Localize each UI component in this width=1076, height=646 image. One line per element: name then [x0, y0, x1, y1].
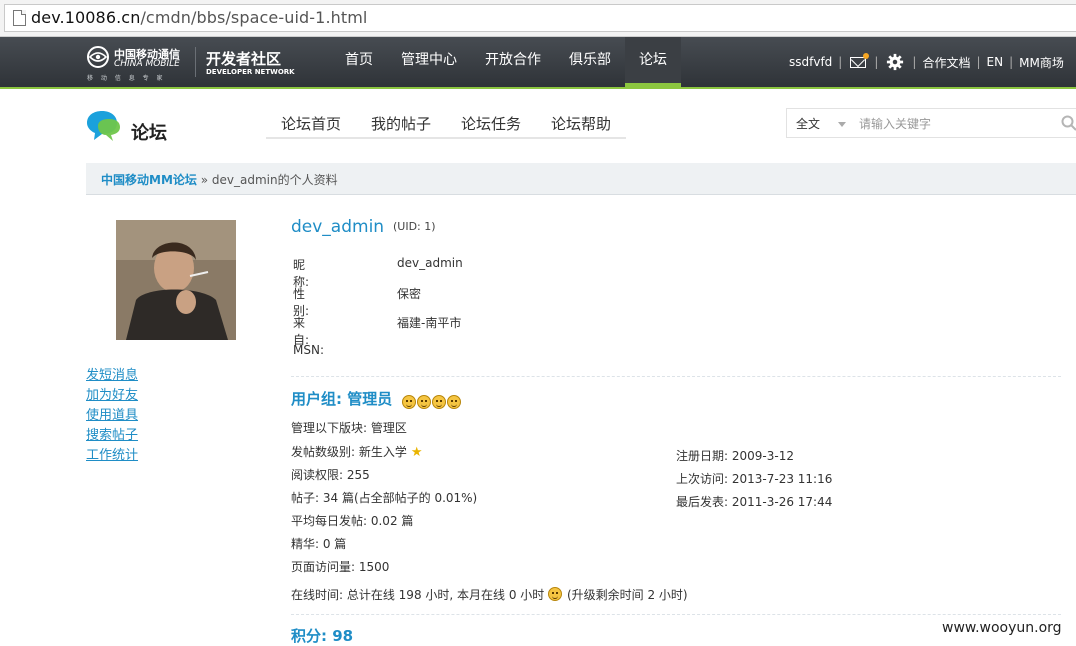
nav-item-admin[interactable]: 管理中心 — [387, 37, 471, 87]
smiley-icon — [402, 395, 416, 409]
mail-icon[interactable] — [850, 57, 866, 68]
nav-item-open[interactable]: 开放合作 — [471, 37, 555, 87]
user-group-title: 用户组: 管理员 — [291, 388, 392, 409]
search-box: 全文 — [786, 108, 1076, 138]
url-field[interactable]: dev.10086.cn/cmdn/bbs/space-uid-1.html — [4, 4, 1076, 32]
register-date: 注册日期: 2009-3-12 — [676, 447, 794, 464]
post-count: 帖子: 34 篇(占全部帖子的 0.01%) — [291, 489, 477, 506]
subnav-forum-help[interactable]: 论坛帮助 — [536, 111, 626, 137]
nav-item-home[interactable]: 首页 — [331, 37, 387, 87]
section-divider — [291, 614, 1061, 615]
username-link[interactable]: ssdfvfd — [789, 55, 832, 69]
subnav-forum-home[interactable]: 论坛首页 — [266, 111, 356, 137]
divider: | — [874, 55, 878, 69]
profile-username: dev_admin — [291, 217, 384, 237]
china-mobile-logo-icon — [86, 45, 110, 69]
score-title: 积分: 98 — [291, 625, 353, 646]
daily-posts: 平均每日发帖: 0.02 篇 — [291, 512, 413, 529]
docs-link[interactable]: 合作文档 — [922, 54, 970, 71]
rank-icons — [402, 392, 462, 411]
managed-boards: 管理以下版块: 管理区 — [291, 419, 407, 436]
profile-uid: (UID: 1) — [393, 220, 436, 233]
divider: | — [976, 55, 980, 69]
chevron-down-icon[interactable] — [838, 122, 846, 127]
user-links: ssdfvfd | | | 合作文档 | EN | MM商场 — [789, 37, 1064, 87]
digest-count: 精华: 0 篇 — [291, 535, 346, 552]
online-time: 在线时间: 总计在线 198 小时, 本月在线 0 小时 (升级剩余时间 2 小… — [291, 586, 688, 603]
top-nav-bar: 中国移动通信 CHINA MOBILE 移 动 信 息 专 家 开发者社区 DE… — [0, 37, 1076, 89]
work-stats-link[interactable]: 工作统计 — [86, 446, 138, 466]
divider: | — [1009, 55, 1013, 69]
browser-address-bar: dev.10086.cn/cmdn/bbs/space-uid-1.html — [0, 0, 1076, 37]
breadcrumb: 中国移动MM论坛 » dev_admin的个人资料 — [101, 171, 338, 188]
search-posts-link[interactable]: 搜索帖子 — [86, 426, 138, 446]
search-icon[interactable] — [1061, 115, 1076, 131]
avatar-image — [116, 220, 236, 340]
search-input[interactable] — [857, 112, 1051, 136]
dev-community-subtitle: DEVELOPER NETWORK — [206, 68, 295, 76]
star-icon: ★ — [411, 445, 423, 460]
use-item-link[interactable]: 使用道具 — [86, 406, 138, 426]
page-views: 页面访问量: 1500 — [291, 558, 389, 575]
breadcrumb-bar: 中国移动MM论坛 » dev_admin的个人资料 — [86, 163, 1076, 195]
avatar — [116, 220, 236, 340]
nav-item-forum[interactable]: 论坛 — [625, 37, 681, 87]
subnav-forum-tasks[interactable]: 论坛任务 — [446, 111, 536, 137]
breadcrumb-separator: » — [201, 173, 208, 187]
last-post: 最后发表: 2011-3-26 17:44 — [676, 493, 832, 510]
post-level: 发帖数级别: 新生入学★ — [291, 443, 423, 460]
forum-title: 论坛 — [131, 119, 167, 145]
smiley-icon — [447, 395, 461, 409]
dev-community-title[interactable]: 开发者社区 — [206, 48, 281, 69]
subnav-my-posts[interactable]: 我的帖子 — [356, 111, 446, 137]
forum-header: 论坛 论坛首页 我的帖子 论坛任务 论坛帮助 全文 — [0, 89, 1076, 163]
smiley-icon — [417, 395, 431, 409]
send-message-link[interactable]: 发短消息 — [86, 366, 138, 386]
forum-subnav: 论坛首页 我的帖子 论坛任务 论坛帮助 — [266, 111, 626, 139]
chat-bubble-icon — [84, 109, 122, 143]
lang-link[interactable]: EN — [987, 55, 1004, 69]
smiley-icon — [548, 587, 562, 601]
breadcrumb-current: dev_admin的个人资料 — [212, 173, 338, 187]
gear-icon[interactable] — [886, 53, 904, 71]
logo-en-text: CHINA MOBILE — [114, 59, 180, 69]
profile-actions: 发短消息 加为好友 使用道具 搜索帖子 工作统计 — [86, 366, 138, 466]
section-divider — [291, 376, 1061, 377]
smiley-icon — [432, 395, 446, 409]
notification-dot — [863, 53, 869, 59]
breadcrumb-home-link[interactable]: 中国移动MM论坛 — [101, 173, 197, 187]
divider: | — [838, 55, 842, 69]
page-icon — [13, 10, 26, 26]
search-scope-select[interactable]: 全文 — [796, 115, 820, 132]
divider: | — [912, 55, 916, 69]
read-permission: 阅读权限: 255 — [291, 466, 370, 483]
mm-store-link[interactable]: MM商场 — [1019, 54, 1064, 71]
main-nav: 首页 管理中心 开放合作 俱乐部 论坛 — [331, 37, 681, 87]
last-visit: 上次访问: 2013-7-23 11:16 — [676, 470, 832, 487]
url-text: dev.10086.cn/cmdn/bbs/space-uid-1.html — [31, 8, 367, 27]
nav-item-club[interactable]: 俱乐部 — [555, 37, 625, 87]
watermark: www.wooyun.org — [938, 620, 1066, 636]
logo-sub-text: 移 动 信 息 专 家 — [87, 73, 166, 82]
add-friend-link[interactable]: 加为好友 — [86, 386, 138, 406]
logo-divider — [195, 47, 196, 77]
